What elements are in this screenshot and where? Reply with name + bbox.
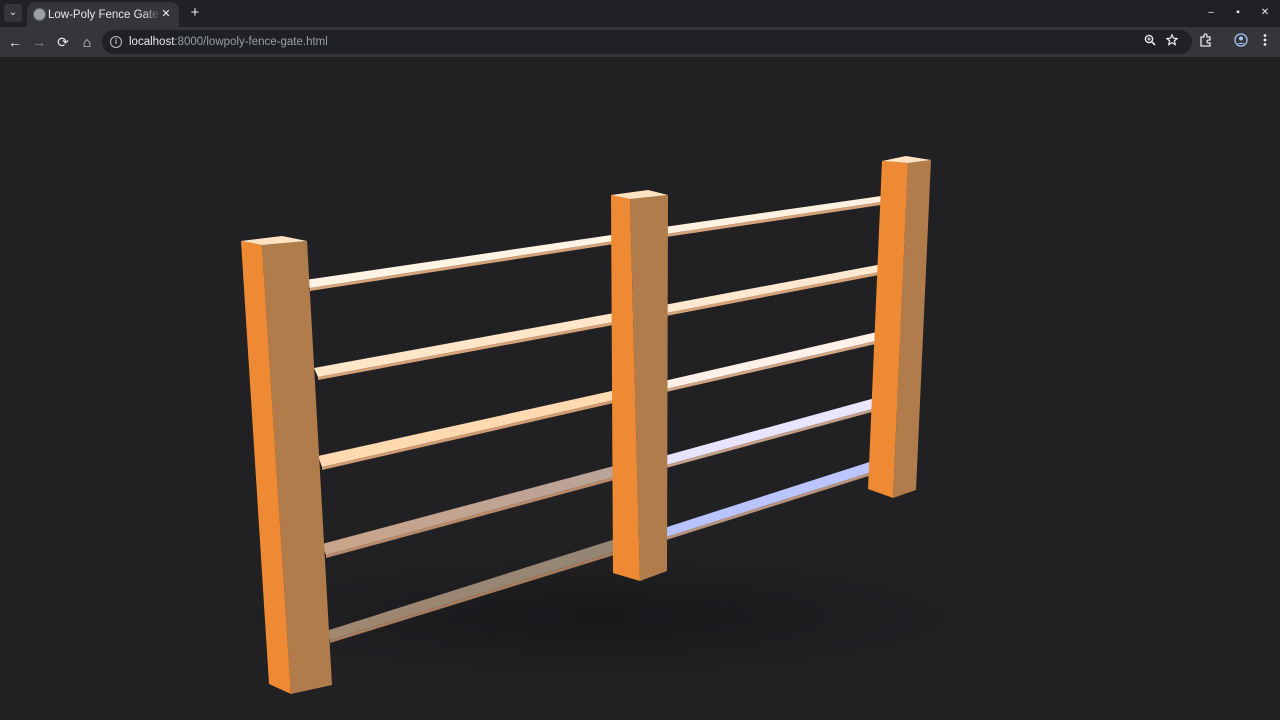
- tab-strip: ⌄ Low-Poly Fence Gate in Three.js ✕ + – …: [0, 0, 1280, 27]
- tab-search-button[interactable]: ⌄: [4, 4, 22, 22]
- zoom-icon[interactable]: [1141, 33, 1159, 51]
- rail: [664, 194, 908, 234]
- rail: [664, 262, 905, 313]
- minimize-button[interactable]: –: [1202, 4, 1220, 22]
- tab-title: Low-Poly Fence Gate in Three.js: [48, 9, 160, 21]
- url-text[interactable]: localhost:8000/lowpoly-fence-gate.html: [129, 34, 328, 50]
- profile-icon[interactable]: [1231, 32, 1251, 52]
- right-post: [868, 156, 931, 498]
- back-button[interactable]: ←: [5, 32, 25, 52]
- ground-shadow: [240, 557, 960, 677]
- rail-edge: [666, 198, 908, 237]
- url-host: localhost: [129, 36, 175, 48]
- rail-edge: [310, 237, 640, 291]
- reload-button[interactable]: ⟳: [53, 32, 73, 52]
- puzzle-icon[interactable]: [1196, 32, 1216, 52]
- middle-post: [611, 190, 668, 581]
- globe-icon: [33, 8, 46, 21]
- kebab-menu-icon[interactable]: [1255, 32, 1275, 52]
- rail: [664, 329, 902, 389]
- rail: [314, 311, 640, 377]
- rail-edge: [666, 402, 898, 468]
- rail-edge: [666, 335, 902, 392]
- star-icon[interactable]: [1163, 33, 1181, 51]
- forward-button[interactable]: →: [29, 32, 49, 52]
- rail-edge: [318, 317, 640, 380]
- url-path: :8000/lowpoly-fence-gate.html: [174, 36, 328, 48]
- maximize-button[interactable]: ▪: [1229, 4, 1247, 22]
- tab-close-icon[interactable]: ✕: [159, 7, 173, 21]
- threejs-canvas[interactable]: [0, 57, 1280, 720]
- rail-edge: [666, 465, 894, 540]
- rail-edge: [326, 470, 640, 558]
- rail: [318, 388, 640, 467]
- new-tab-button[interactable]: +: [186, 4, 204, 22]
- close-window-button[interactable]: ✕: [1256, 4, 1274, 22]
- rail: [305, 233, 640, 288]
- rail: [664, 458, 894, 537]
- browser-toolbar: ← → ⟳ ⌂ i localhost:8000/lowpoly-fence-g…: [0, 27, 1280, 57]
- rail-edge: [666, 267, 905, 316]
- address-bar[interactable]: i localhost:8000/lowpoly-fence-gate.html: [102, 30, 1192, 54]
- rail-edge: [322, 394, 640, 470]
- rail: [322, 463, 640, 555]
- fence-gate-render: [240, 156, 960, 694]
- site-info-icon[interactable]: i: [110, 36, 122, 48]
- active-tab[interactable]: Low-Poly Fence Gate in Three.js ✕: [27, 2, 179, 27]
- rail: [664, 395, 898, 465]
- home-button[interactable]: ⌂: [77, 32, 97, 52]
